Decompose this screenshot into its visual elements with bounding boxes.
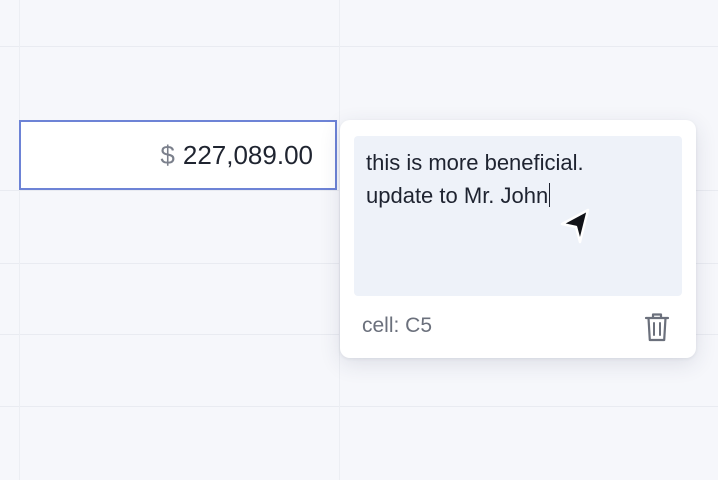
selected-cell[interactable]: $ 227,089.00 [19,120,337,190]
comment-input[interactable]: this is more beneficial. update to Mr. J… [354,136,682,296]
comment-popover: this is more beneficial. update to Mr. J… [340,120,696,358]
cell-value: 227,089.00 [182,139,313,170]
grid-row-line [0,406,718,407]
grid-column-line [19,0,20,480]
comment-text-line: update to Mr. John [366,183,549,208]
spreadsheet-canvas: $ 227,089.00 this is more beneficial. up… [0,0,718,480]
comment-text-line: this is more beneficial. [366,150,584,175]
grid-row-line [0,46,718,47]
currency-symbol: $ [160,139,175,170]
cell-reference-label: cell: C5 [362,314,433,337]
send-icon[interactable] [556,206,596,248]
text-caret [549,183,551,207]
trash-icon[interactable] [642,310,672,344]
